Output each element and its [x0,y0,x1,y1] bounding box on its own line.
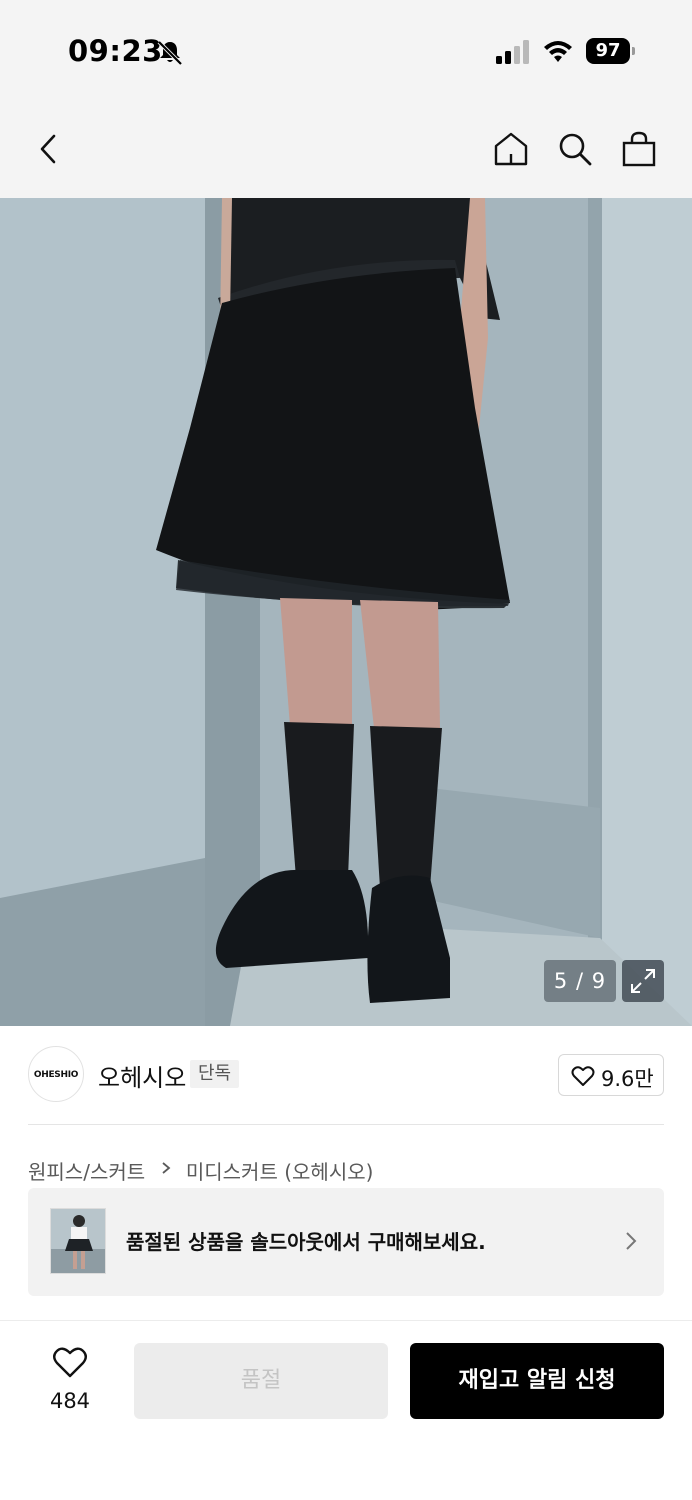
shopping-bag-icon[interactable] [620,130,658,168]
bell-muted-icon [157,40,183,66]
top-nav-bar [0,100,692,198]
product-photo [0,198,692,1026]
exclusive-badge: 단독 [190,1060,240,1088]
brand-logo[interactable]: OHESHIO [28,1046,84,1102]
banner-thumbnail [50,1208,106,1274]
expand-icon[interactable] [622,960,664,1002]
chevron-right-icon [161,1162,170,1174]
home-icon[interactable] [492,130,530,168]
product-image[interactable]: 5 / 9 [0,198,692,1026]
brand-like-count: 9.6만 [601,1067,654,1091]
chevron-left-icon[interactable] [30,130,68,168]
brand-name[interactable]: 오헤시오 [98,1058,186,1093]
cellular-signal-icon [496,40,529,64]
search-icon[interactable] [556,130,594,168]
heart-icon [53,1347,87,1378]
brand-row: OHESHIO 오헤시오 단독 9.6만 [28,1046,664,1106]
battery-indicator: 97 [586,38,636,64]
battery-tip [632,47,635,55]
brand-like-button[interactable]: 9.6만 [558,1054,664,1096]
soldout-banner[interactable]: 품절된 상품을 솔드아웃에서 구매해보세요. [28,1188,664,1296]
status-time: 09:23 [68,34,163,68]
status-bar: 09:23 97 [0,0,692,100]
heart-icon [571,1066,595,1086]
breadcrumb: 원피스/스커트 미디스커트 (오헤시오) [28,1156,373,1184]
wish-button[interactable]: 484 [40,1345,100,1417]
breadcrumb-category[interactable]: 원피스/스커트 [28,1156,145,1185]
bottom-action-bar: 484 품절 재입고 알림 신청 [0,1320,692,1500]
wish-count: 484 [49,1389,91,1413]
image-counter: 5 / 9 [544,960,616,1002]
breadcrumb-subcategory[interactable]: 미디스커트 (오헤시오) [186,1156,374,1185]
wifi-icon [544,41,572,62]
chevron-right-icon [626,1232,637,1250]
banner-text: 품절된 상품을 솔드아웃에서 구매해보세요. [126,1230,486,1254]
battery-level: 97 [586,38,630,64]
restock-alert-button[interactable]: 재입고 알림 신청 [410,1343,664,1419]
section-divider [28,1124,664,1125]
soldout-button: 품절 [134,1343,388,1419]
